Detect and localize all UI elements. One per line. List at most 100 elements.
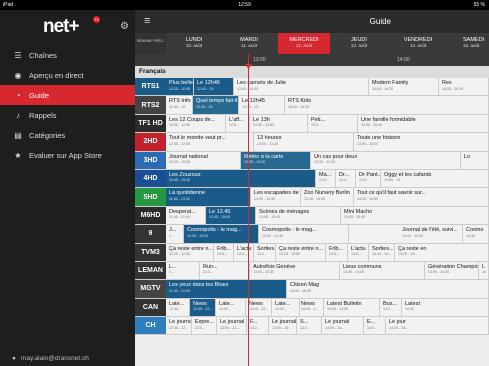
sidebar-item-guide[interactable]: ◔ Guide	[0, 85, 135, 105]
program-cell[interactable]: L'aff... 12:5...	[226, 114, 250, 133]
program-cell[interactable]: Cosmo 14:30	[463, 225, 489, 243]
program-cell[interactable]: Latest 14:30	[402, 298, 489, 317]
channel-logo[interactable]: 4HD	[135, 169, 166, 188]
channel-logo[interactable]: RTS1	[135, 78, 166, 96]
gear-icon[interactable]: ⚙	[120, 21, 129, 32]
channel-logo[interactable]: 5HD	[135, 188, 166, 206]
channel-logo[interactable]: RTS2	[135, 96, 166, 114]
program-cell[interactable]: L'actu 14:0...	[348, 243, 369, 261]
program-cell[interactable]: Modern Family 14:00 - 14:20	[369, 78, 439, 96]
program-cell[interactable]: Le journal 12:30 - 12...	[166, 317, 192, 335]
program-cell[interactable]: Lieux communs 13:30 - 14:00	[340, 261, 425, 280]
channel-logo[interactable]: TVM3	[135, 243, 166, 261]
channel-logo[interactable]: 3HD	[135, 151, 166, 169]
program-cell[interactable]: Le journal 14:00 - 14:...	[322, 317, 364, 335]
program-cell[interactable]: Ça reste entre n... 13:25 - 13:50	[276, 243, 326, 261]
program-cell[interactable]: Génération Champions 14:00 - 14:30	[425, 261, 479, 280]
program-cell[interactable]: Un cas pour deux 13:30 - 14:30	[311, 151, 461, 169]
sidebar-item-categories[interactable]: ▤ Catégories	[0, 125, 135, 145]
program-cell[interactable]: Ma... 13:3...	[316, 169, 336, 188]
program-cell[interactable]: L'actu 13:0...	[234, 243, 254, 261]
channel-logo[interactable]: 2HD	[135, 133, 166, 151]
program-cell[interactable]: F... 13:2...	[247, 317, 269, 335]
program-cell[interactable]: Oggy et les cafards 14:05 - 14:	[381, 169, 489, 188]
program-cell[interactable]: Le 13h 13:00 - 13:50	[250, 114, 308, 133]
program-cell[interactable]: J... 1...	[166, 225, 184, 243]
program-cell[interactable]: News 12:45 - 13...	[190, 298, 216, 317]
program-cell[interactable]: La quotidienne 11:50 - 13:00	[166, 188, 251, 206]
program-cell[interactable]: E... 14:2...	[364, 317, 386, 335]
program-cell[interactable]: Cosmopolis - le mag... 13:00 - 13:30	[259, 225, 349, 243]
program-cell[interactable]: Les Zouzous 12:45 - 13:20	[166, 169, 316, 188]
program-cell[interactable]: Late... 13:00...	[216, 298, 246, 317]
program-cell[interactable]: Le jour 14:30 - 14:...	[386, 317, 489, 335]
program-cell[interactable]: Ça reste en 14:25 - 14:...	[395, 243, 489, 261]
day-tab-friday[interactable]: VENDREDI 14. août	[388, 33, 448, 54]
program-cell[interactable]: Journal de l'été, suivi... 14:00 - 14:30	[399, 225, 463, 243]
sidebar-item-rate-app[interactable]: ★ Evaluer sur App Store	[0, 145, 135, 165]
program-cell[interactable]: Quel temps fait-il? 12:40 - 13:	[193, 96, 239, 114]
program-cell[interactable]: Autrefois Genève 13:00 - 13:30	[250, 261, 340, 280]
program-cell[interactable]: Rex 14:25 - 15:10	[439, 78, 489, 96]
program-cell[interactable]: Les 12 Coups de... 12:00 - 12:50	[166, 114, 226, 133]
program-cell[interactable]: Peti... 13:5...	[308, 114, 358, 133]
program-cell[interactable]: Une famille formidable 13:55 - 15:40	[358, 114, 489, 133]
channel-logo[interactable]: LEMAN	[135, 261, 166, 280]
program-cell[interactable]: News 13:15 - 13...	[246, 298, 272, 317]
program-cell[interactable]: Le journal 13:30 - 13:...	[269, 317, 297, 335]
day-tab-monday[interactable]: LUNDI 10. août	[168, 33, 220, 54]
program-cell[interactable]: Dr Pant... 13:5...	[356, 169, 381, 188]
program-cell[interactable]: RTS Kids 13:30 - 16:20	[285, 96, 489, 114]
program-cell[interactable]: Ça reste entre n... 12:25 - 12:50	[166, 243, 214, 261]
program-cell[interactable]: Latest Bulletin 14:00 - 14:20	[324, 298, 380, 317]
program-cell[interactable]: Late... 13:30...	[272, 298, 300, 317]
program-cell[interactable]: Les yeux dans les Blues 11:00 - 13:00	[166, 280, 287, 298]
program-cell[interactable]: Sorties... 14:10 - 14:...	[369, 243, 395, 261]
program-cell[interactable]: Météo à la carte 12:55 - 13:30	[241, 151, 311, 169]
program-cell[interactable]: Dr... 13:4...	[336, 169, 356, 188]
program-cell[interactable]: Le journal 13:00 - 13:...	[217, 317, 247, 335]
program-cell[interactable]: Toute une histoire 13:50 - 15:00	[354, 133, 489, 151]
sidebar-item-channels[interactable]: ☰ Chaînes	[0, 45, 135, 65]
sidebar-item-live-preview[interactable]: ◉ Aperçu en direct	[0, 65, 135, 85]
user-account[interactable]: ● may.alain@dransnet.ch	[0, 350, 135, 366]
program-cell[interactable]: Scènes de ménages 13:05 - 13:40	[256, 206, 341, 225]
program-cell[interactable]: Les carnets de Julie13:05 - 14:00	[234, 78, 369, 96]
channel-logo[interactable]: CAN	[135, 298, 166, 317]
program-cell[interactable]: Zoo Nursery Berlin 13:40 - 14:00	[301, 188, 354, 206]
program-cell[interactable]: RTS Info 12:30 - 12:	[166, 96, 193, 114]
channel-logo[interactable]: CH	[135, 317, 166, 335]
day-tab-saturday[interactable]: SAMEDI 15. août	[453, 33, 489, 54]
program-cell[interactable]: Tout ce qu'il faut savoir sur... 14:00 - …	[354, 188, 489, 206]
program-cell[interactable]: Le 12h45 12:45 - 13:	[194, 78, 234, 96]
program-cell[interactable]: Journal national 12:25 - 12:55	[166, 151, 241, 169]
program-cell[interactable]: Mini Macho 13:45 - 15:45	[341, 206, 489, 225]
sidebar-item-reminders[interactable]: ♪ Rappels	[0, 105, 135, 125]
day-tab-tuesday[interactable]: MARDI 11. août	[223, 33, 275, 54]
program-cell[interactable]: Lo	[461, 151, 489, 169]
program-cell[interactable]: Bus... 14:2...	[380, 298, 402, 317]
channel-logo[interactable]: 9	[135, 225, 166, 243]
program-cell[interactable]: Sorties...13:1...	[254, 243, 276, 261]
program-cell[interactable]: Les escapades de Pe...13:00 - 13:40	[251, 188, 301, 206]
program-cell[interactable]: Desperat... 11:45 - 12:40	[166, 206, 206, 225]
program-cell[interactable]: S... 13:5...	[297, 317, 322, 335]
program-cell[interactable]: Late... 12:30...	[166, 298, 190, 317]
program-cell[interactable]: Citizen Mag 13:00 - 16:00	[287, 280, 489, 298]
channel-logo[interactable]: TF1 HD	[135, 114, 166, 133]
program-cell[interactable]: 13 heures 13:00 - 13:40	[254, 133, 354, 151]
program-cell[interactable]: Expre... 12:5...	[192, 317, 217, 335]
program-cell[interactable]: Plus belle la vie12:15 - 12:45	[166, 78, 194, 96]
channel-logo[interactable]: MGTV	[135, 280, 166, 298]
program-cell[interactable]: Frib... 13:5...	[326, 243, 348, 261]
program-cell[interactable]: L 14	[479, 261, 489, 280]
channel-logo[interactable]: M6HD	[135, 206, 166, 225]
previous-week-button[interactable]: SEMAINE PRÉC.	[135, 33, 166, 54]
program-cell[interactable]: Le 12h45 13:10 - 13:	[239, 96, 285, 114]
program-cell[interactable]: News 13:45 - 1...	[298, 298, 324, 317]
program-cell[interactable]: Tout le monde veut pr... 12:00 - 12:55	[166, 133, 254, 151]
program-cell[interactable]: Run... 12:5...	[200, 261, 250, 280]
program-cell[interactable]: Frib... 12:5...	[214, 243, 234, 261]
program-cell[interactable]: L... 1...	[166, 261, 200, 280]
day-tab-thursday[interactable]: JEUDI 13. août	[333, 33, 385, 54]
